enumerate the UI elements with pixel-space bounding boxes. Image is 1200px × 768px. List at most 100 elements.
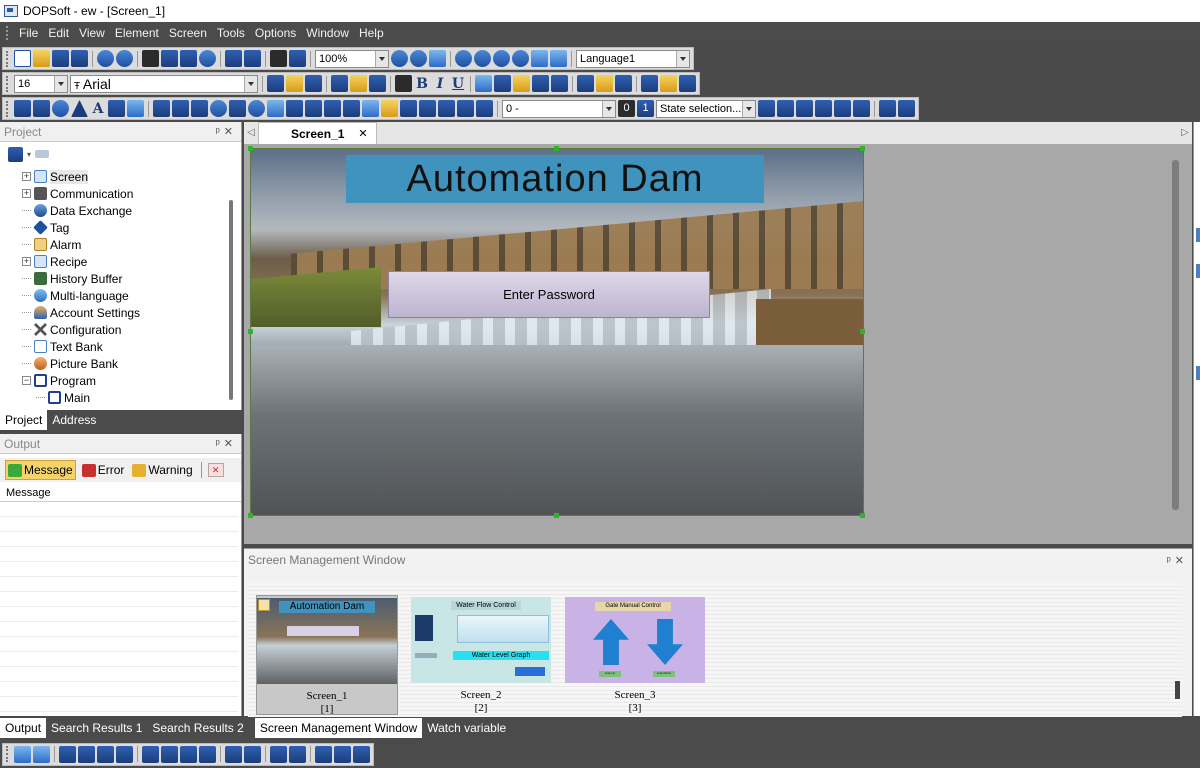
display-tool-icon[interactable] (305, 100, 322, 117)
tab-watch-variable[interactable]: Watch variable (422, 718, 511, 738)
send-back-icon[interactable] (551, 75, 568, 92)
switch-tool-icon[interactable] (191, 100, 208, 117)
sort-tool-icon[interactable] (476, 100, 493, 117)
state-prev-icon[interactable] (777, 100, 794, 117)
panel-pin-close-icon[interactable]: ᵖ✕ (1167, 554, 1188, 567)
resize-handle[interactable] (554, 513, 559, 518)
text-tool-icon[interactable]: A (90, 101, 106, 117)
tree-item-text-bank[interactable]: Text Bank (0, 338, 230, 355)
align-right-icon[interactable] (615, 75, 632, 92)
check-tool-icon[interactable] (457, 100, 474, 117)
resize-handle[interactable] (860, 513, 865, 518)
align-center-icon[interactable] (596, 75, 613, 92)
rotate-icon[interactable] (455, 50, 472, 67)
save-icon[interactable] (52, 50, 69, 67)
state-0-icon[interactable]: 0 (618, 100, 635, 117)
pen-tool-icon[interactable] (14, 100, 31, 117)
bar-tool-icon[interactable] (286, 100, 303, 117)
stretch-width-icon[interactable] (315, 745, 332, 763)
menu-element[interactable]: Element (110, 26, 164, 40)
rotate-right-icon[interactable] (493, 50, 510, 67)
state-screen-icon[interactable] (853, 100, 870, 117)
resize-handle[interactable] (860, 329, 865, 334)
state-grid-icon[interactable] (815, 100, 832, 117)
numeric-tool-icon[interactable] (267, 100, 284, 117)
hmi-title-text[interactable]: Automation Dam (346, 155, 764, 203)
panel-pin-close-icon[interactable]: ᵖ✕ (216, 125, 237, 138)
zoom-fit-icon[interactable] (429, 50, 446, 67)
cut-icon[interactable] (142, 50, 159, 67)
trend-tool-icon[interactable] (343, 100, 360, 117)
menu-tools[interactable]: Tools (212, 26, 250, 40)
chevron-down-icon[interactable] (602, 100, 615, 117)
tree-item-history-buffer[interactable]: History Buffer (0, 270, 230, 287)
align-left-edge-icon[interactable] (142, 745, 159, 763)
design-canvas[interactable]: Automation Dam Enter Password (248, 146, 1168, 541)
disconnect-icon[interactable] (898, 100, 915, 117)
zoom-select[interactable]: 100% (315, 49, 389, 68)
screen-thumbnail-3[interactable]: Gate Manual Control Gate Up Gate Down Sc… (564, 595, 706, 715)
error-filter-button[interactable]: Error (80, 460, 127, 480)
expand-icon[interactable]: + (22, 257, 31, 266)
distribute-alt-icon[interactable] (33, 745, 50, 763)
auto-size-icon[interactable] (286, 75, 303, 92)
font-name-select[interactable]: Ŧ Arial (70, 74, 258, 93)
tree-item-communication[interactable]: + Communication (0, 185, 230, 202)
ungroup-icon[interactable] (513, 75, 530, 92)
resize-handle[interactable] (248, 513, 253, 518)
copy-icon[interactable] (161, 50, 178, 67)
expand-icon[interactable]: + (22, 189, 31, 198)
menu-options[interactable]: Options (250, 26, 301, 40)
resize-handle[interactable] (248, 146, 253, 151)
resize-handle[interactable] (860, 146, 865, 151)
tree-item-data-exchange[interactable]: Data Exchange (0, 202, 230, 219)
same-width-icon[interactable] (59, 745, 76, 763)
font-color-icon[interactable] (395, 75, 412, 92)
resize-handle[interactable] (554, 146, 559, 151)
space-vertical-icon[interactable] (289, 745, 306, 763)
side-panel-marker[interactable] (1196, 366, 1200, 380)
align-right-edge-icon[interactable] (161, 745, 178, 763)
bring-front-icon[interactable] (532, 75, 549, 92)
expand-icon[interactable]: + (22, 172, 31, 181)
properties-icon[interactable] (289, 50, 306, 67)
warning-filter-button[interactable]: Warning (130, 460, 194, 480)
menu-view[interactable]: View (74, 26, 110, 40)
tab-search-results-2[interactable]: Search Results 2 (147, 718, 248, 738)
zoom-in-icon[interactable] (391, 50, 408, 67)
new-file-icon[interactable] (14, 50, 31, 67)
align-top-text-icon[interactable] (331, 75, 348, 92)
step-icon[interactable] (550, 50, 567, 67)
message-filter-button[interactable]: Message (5, 460, 76, 480)
font-size-select[interactable]: 16 (14, 74, 68, 93)
center-horizontal-icon[interactable] (225, 745, 242, 763)
network-icon[interactable] (879, 100, 896, 117)
dial-tool-icon[interactable] (248, 100, 265, 117)
undo-icon[interactable] (97, 50, 114, 67)
chevron-down-icon[interactable] (375, 50, 388, 67)
tab-project[interactable]: Project (0, 410, 48, 430)
chevron-down-icon[interactable] (244, 75, 257, 92)
stretch-height-icon[interactable] (334, 745, 351, 763)
alarm-tool-icon[interactable] (381, 100, 398, 117)
state-selection-select[interactable]: State selection... (656, 99, 756, 118)
meter-tool-icon[interactable] (229, 100, 246, 117)
tab-output[interactable]: Output (0, 718, 47, 738)
same-height-icon[interactable] (78, 745, 95, 763)
tree-item-multi-language[interactable]: Multi-language (0, 287, 230, 304)
panel-pin-close-icon[interactable]: ᵖ✕ (216, 437, 237, 450)
same-size-alt-icon[interactable] (116, 745, 133, 763)
rotate-left-icon[interactable] (474, 50, 491, 67)
tab-scroll-right-icon[interactable]: ▷ (1178, 122, 1192, 144)
screen-thumbnail-2[interactable]: Water Flow Control Water Level Graph Scr… (410, 595, 552, 715)
circle-tool-icon[interactable] (52, 100, 69, 117)
group-icon[interactable] (494, 75, 511, 92)
picture-tool-icon[interactable] (362, 100, 379, 117)
chevron-down-icon[interactable] (676, 50, 689, 67)
menu-screen[interactable]: Screen (164, 26, 212, 40)
tab-screen-1[interactable]: Screen_1 ✕ (258, 122, 377, 144)
state-add-icon[interactable] (758, 100, 775, 117)
list-tool-icon[interactable] (419, 100, 436, 117)
align-bottom-edge-icon[interactable] (199, 745, 216, 763)
side-panel-marker[interactable] (1196, 264, 1200, 278)
